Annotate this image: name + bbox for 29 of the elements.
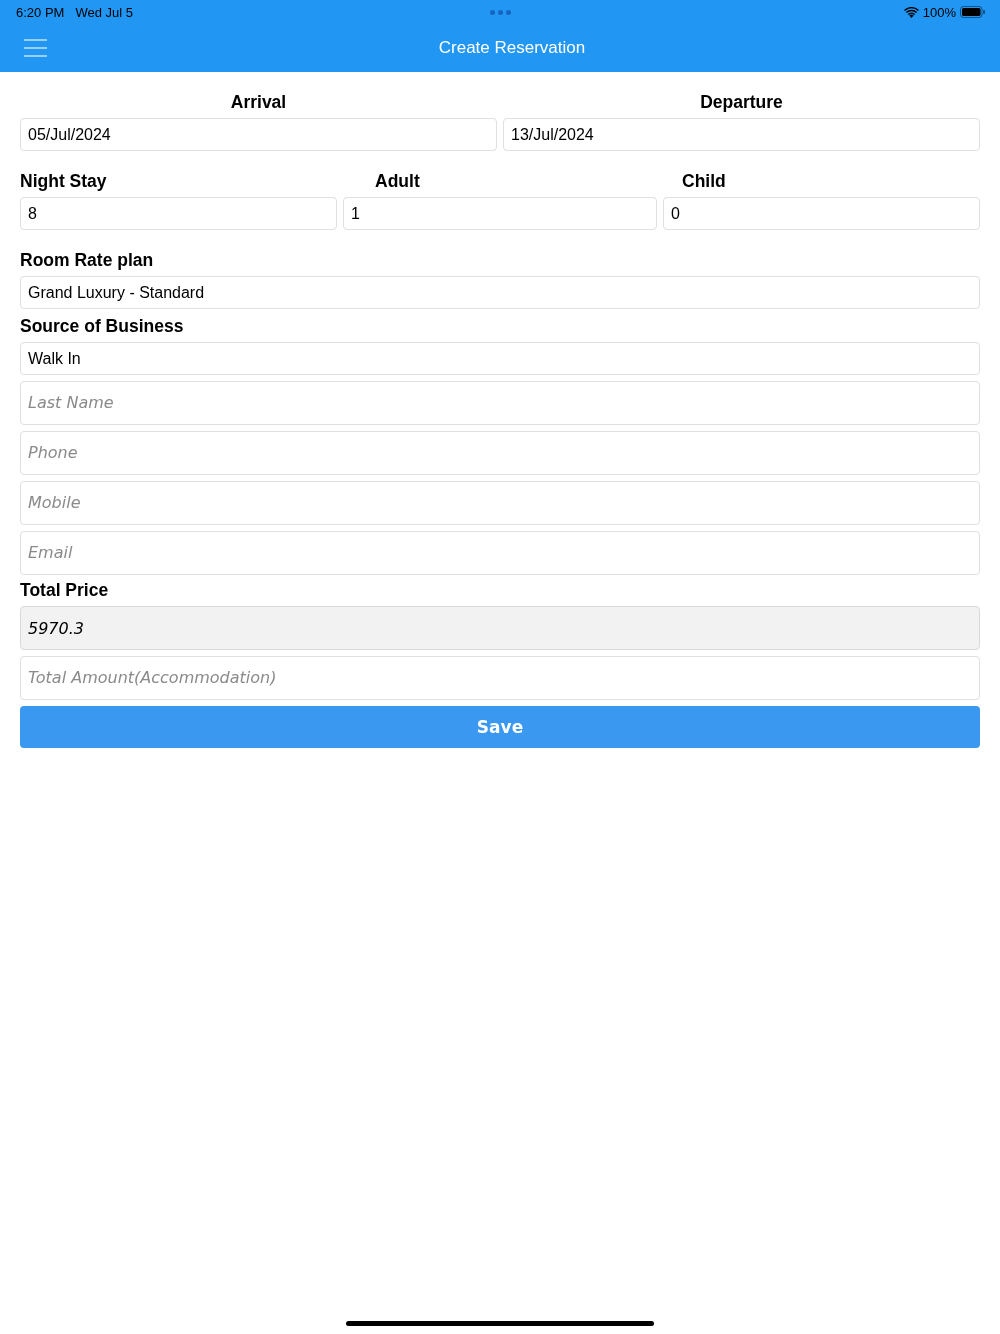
- status-date: Wed Jul 5: [75, 4, 133, 20]
- date-field[interactable]: 13/Jul/2024: [503, 118, 980, 151]
- field-label: Source of Business: [20, 315, 184, 337]
- count-label: Night Stay: [20, 170, 107, 192]
- date-field[interactable]: 05/Jul/2024: [20, 118, 497, 151]
- input-field[interactable]: Phone: [20, 431, 980, 475]
- field-label: Total Price: [20, 579, 109, 601]
- input-field[interactable]: Last Name: [20, 381, 980, 425]
- wifi-icon: [903, 6, 919, 18]
- menu-icon: [24, 38, 47, 58]
- count-label: Adult: [374, 170, 420, 192]
- multitasking-dots-icon[interactable]: [490, 9, 511, 15]
- input-field[interactable]: Total Amount(Accommodation): [20, 656, 980, 700]
- count-field[interactable]: 1: [343, 197, 657, 230]
- status-time: 6:20 PM: [16, 4, 65, 20]
- count-label: Child: [681, 170, 726, 192]
- count-field[interactable]: 8: [20, 197, 337, 230]
- date-label: Departure: [700, 91, 783, 113]
- field-label: Room Rate plan: [20, 249, 154, 271]
- battery-icon: [960, 6, 985, 18]
- count-field[interactable]: 0: [663, 197, 980, 230]
- battery-percent: 100%: [922, 4, 956, 20]
- date-label: Arrival: [230, 91, 287, 113]
- menu-button[interactable]: [24, 38, 47, 58]
- input-field[interactable]: Email: [20, 531, 980, 575]
- rate-plan-field[interactable]: Grand Luxury - Standard: [20, 276, 980, 309]
- input-field[interactable]: Mobile: [20, 481, 980, 525]
- page-title: Create Reservation: [438, 38, 586, 58]
- source-field[interactable]: Walk In: [20, 342, 980, 375]
